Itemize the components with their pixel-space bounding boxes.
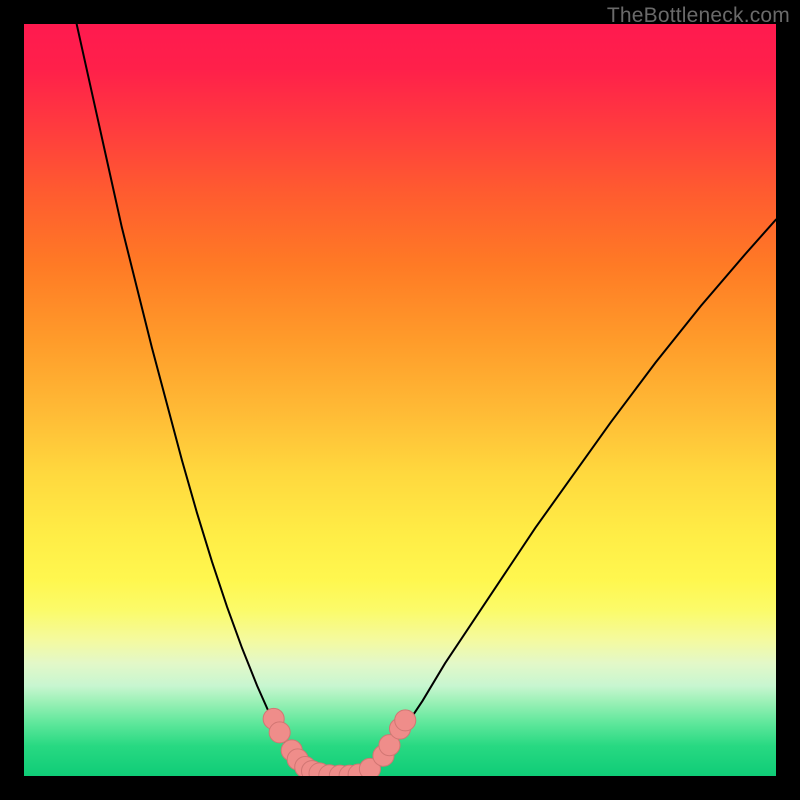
curve-path	[77, 24, 776, 776]
outer-frame: TheBottleneck.com	[0, 0, 800, 800]
plot-area	[24, 24, 776, 776]
marker-dot	[395, 710, 416, 731]
data-markers	[263, 708, 416, 776]
chart-svg	[24, 24, 776, 776]
watermark-text: TheBottleneck.com	[607, 4, 790, 28]
marker-dot	[269, 722, 290, 743]
bottleneck-curve	[77, 24, 776, 776]
